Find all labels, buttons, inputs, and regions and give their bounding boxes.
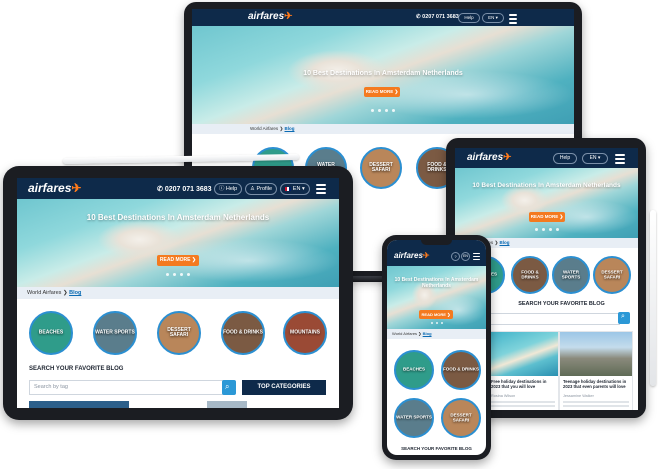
- tablet-left-lang-button[interactable]: EN ▾: [280, 183, 310, 195]
- laptop-breadcrumb: World Airfares ❯ Blog: [192, 124, 574, 134]
- tablet-left-help-button[interactable]: ⓘ Help: [214, 183, 242, 195]
- tablet-right-category-food-drinks[interactable]: FOOD & DRINKS: [511, 256, 549, 294]
- tablet-right-slider-dots[interactable]: [455, 228, 638, 231]
- laptop-help-button[interactable]: Help: [458, 13, 480, 23]
- tablet-left-menu-icon[interactable]: [316, 184, 326, 196]
- question-icon: ⓘ: [218, 186, 226, 192]
- tablet-left-category-mountains[interactable]: MOUNTAINS: [283, 311, 327, 355]
- plane-icon: ✈: [71, 181, 82, 195]
- tablet-left-header: airfares✈ ✆ 0207 071 3683 ⓘ Help ♙ Profi…: [17, 178, 339, 199]
- tablet-left-top-categories[interactable]: TOP CATEGORIES: [242, 380, 326, 395]
- post-2-excerpt-line-2: [563, 405, 629, 407]
- phone-help-button[interactable]: ?: [451, 252, 460, 261]
- tablet-left-phone[interactable]: ✆ 0207 071 3683: [157, 185, 212, 193]
- tablet-right-menu-icon[interactable]: [615, 154, 625, 166]
- logo-text: airfares: [394, 251, 423, 260]
- tablet-right-read-more-button[interactable]: READ MORE ❯: [529, 212, 565, 222]
- phone-category-water-sports[interactable]: WATER SPORTS: [394, 398, 434, 438]
- tablet-left-hero-title: 10 Best Destinations In Amsterdam Nether…: [86, 213, 270, 222]
- tablet-left-hero: 10 Best Destinations In Amsterdam Nether…: [17, 199, 339, 287]
- phone-menu-icon[interactable]: [473, 253, 480, 262]
- laptop-logo[interactable]: airfares✈: [248, 11, 293, 22]
- tablet-left-category-beaches[interactable]: BEACHES: [29, 311, 73, 355]
- laptop-category-dessert-safari[interactable]: DESSERT SAFARI: [360, 147, 402, 189]
- post-2-title[interactable]: Teenage holiday destinations in 2023 tha…: [563, 379, 629, 390]
- laptop-read-more-button[interactable]: READ MORE ❯: [364, 87, 400, 97]
- tablet-right-header: airfares✈ Help EN ▾: [455, 148, 638, 168]
- tablet-left-category-food-drinks[interactable]: FOOD & DRINKS: [221, 311, 265, 355]
- tablet-left-card-strip: [29, 401, 129, 408]
- tablet-left-search-button[interactable]: ⌕: [222, 380, 236, 395]
- tablet-right-logo[interactable]: airfares✈: [467, 152, 512, 163]
- plane-icon: ✈: [503, 152, 512, 163]
- tablet-right-search-input[interactable]: [487, 313, 620, 325]
- search-icon: ⌕: [621, 313, 625, 320]
- laptop-menu-icon[interactable]: [509, 14, 517, 26]
- tablet-left-screen: airfares✈ ✆ 0207 071 3683 ⓘ Help ♙ Profi…: [17, 178, 339, 408]
- post-2-excerpt-line: [563, 401, 629, 403]
- tablet-left-logo[interactable]: airfares✈: [28, 181, 81, 195]
- logo-text: airfares: [467, 152, 504, 163]
- tablet-right-post-2[interactable]: Teenage holiday destinations in 2023 tha…: [559, 331, 633, 410]
- tablet-left-search-heading: SEARCH YOUR FAVORITE BLOG: [29, 366, 124, 372]
- phone-search-heading: SEARCH YOUR FAVORITE BLOG: [401, 446, 472, 451]
- tablet-right-help-button[interactable]: Help: [553, 153, 577, 164]
- phone-category-food-drinks[interactable]: FOOD & DRINKS: [441, 350, 481, 390]
- logo-text: airfares: [28, 181, 72, 195]
- search-icon: ⌕: [225, 382, 230, 391]
- tablet-left-category-water-sports[interactable]: WATER SPORTS: [93, 311, 137, 355]
- phone-hero: 10 Best Destinations In Amsterdam Nether…: [387, 266, 486, 329]
- post-2-author: Jessamine Walker: [563, 394, 594, 398]
- phone-hero-title: 10 Best Destinations In Amsterdam Nether…: [394, 277, 479, 289]
- laptop-hero: 10 Best Destinations In Amsterdam Nether…: [192, 26, 574, 124]
- post-1-excerpt-line: [491, 401, 555, 403]
- laptop-slider-dots[interactable]: [192, 109, 574, 112]
- tablet-left-slider-dots[interactable]: [17, 273, 339, 276]
- phone-lang-button[interactable]: EN: [461, 252, 470, 261]
- tablet-left-search-input[interactable]: Search by tag: [29, 380, 227, 395]
- tablet-right-category-dessert-safari[interactable]: DESSERT SAFARI: [593, 256, 631, 294]
- tablet-right-search-button[interactable]: ⌕: [618, 312, 630, 324]
- phone-breadcrumb: World Airfares ❯ Blog: [387, 329, 486, 339]
- phone-screen: airfares✈ ? EN 10 Best Destinations In A…: [387, 240, 486, 455]
- tablet-left-category-dessert-safari[interactable]: DESSERT SAFARI: [157, 311, 201, 355]
- tablet-left-breadcrumb: World Airfares ❯ Blog: [17, 287, 339, 299]
- phone-notch: [421, 240, 452, 245]
- phone-read-more-button[interactable]: READ MORE ❯: [419, 310, 453, 319]
- post-1-excerpt-line-2: [491, 405, 555, 407]
- post-1-title[interactable]: Free holiday destinations in 2023 that y…: [491, 379, 555, 390]
- tablet-right-category-water-sports[interactable]: WATER SPORTS: [552, 256, 590, 294]
- phone-icon: ✆: [157, 186, 165, 193]
- tablet-right-search-heading: SEARCH YOUR FAVORITE BLOG: [518, 301, 605, 307]
- tablet-left-card-strip-2: [207, 401, 247, 408]
- tablet-right-lang-button[interactable]: EN ▾: [582, 153, 608, 164]
- laptop-lang-button[interactable]: EN ▾: [482, 13, 504, 23]
- phone-category-dessert-safari[interactable]: DESSERT SAFARI: [441, 398, 481, 438]
- tablet-right-post-1[interactable]: Free holiday destinations in 2023 that y…: [487, 331, 559, 410]
- tablet-left-profile-button[interactable]: ♙ Profile: [245, 183, 277, 195]
- laptop-header: airfares✈ ✆ 0207 071 3683 Help EN ▾: [192, 9, 574, 26]
- post-1-author: Rosina Wilson: [491, 394, 516, 398]
- plane-icon: ✈: [284, 11, 293, 22]
- phone-category-beaches[interactable]: BEACHES: [394, 350, 434, 390]
- laptop-hero-title: 10 Best Destinations In Amsterdam Nether…: [303, 70, 463, 77]
- tablet-right-hero-title: 10 Best Destinations In Amsterdam Nether…: [472, 182, 621, 189]
- logo-text: airfares: [248, 11, 285, 22]
- tablet-right-hero: 10 Best Destinations In Amsterdam Nether…: [455, 168, 638, 238]
- phone-logo[interactable]: airfares✈: [394, 251, 430, 260]
- post-2-image: [560, 332, 632, 376]
- post-1-image: [488, 332, 558, 376]
- phone-slider-dots[interactable]: [387, 322, 486, 324]
- laptop-phone[interactable]: ✆ 0207 071 3683: [416, 14, 459, 20]
- stylus-right: [650, 210, 656, 386]
- plane-icon: ✈: [422, 251, 430, 260]
- tablet-left-read-more-button[interactable]: READ MORE ❯: [157, 255, 199, 266]
- flag-icon: [285, 186, 292, 191]
